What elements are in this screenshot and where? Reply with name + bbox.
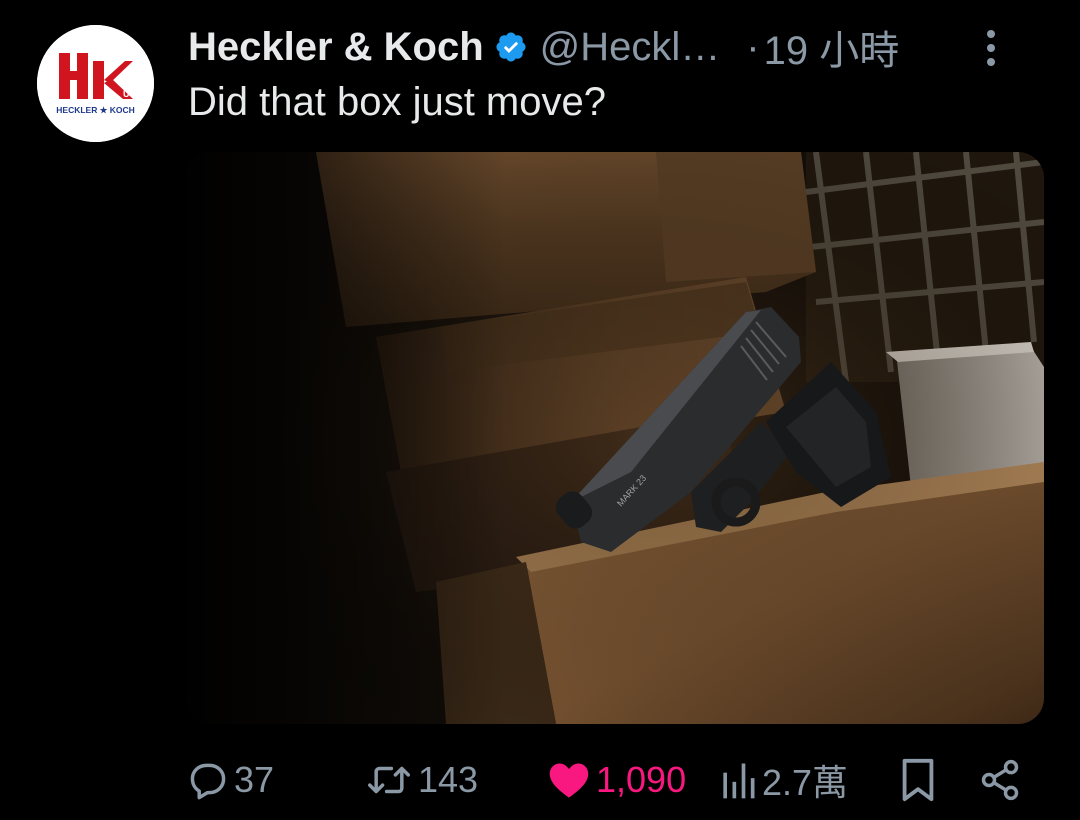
views-button[interactable]: 2.7萬 bbox=[718, 750, 848, 810]
share-button[interactable] bbox=[978, 750, 1022, 810]
retweet-count: 143 bbox=[418, 759, 479, 800]
avatar[interactable]: USA HECKLER ★ KOCH bbox=[37, 25, 154, 142]
bookmark-button[interactable] bbox=[900, 750, 936, 810]
separator-dot: · bbox=[746, 24, 760, 69]
share-icon bbox=[978, 758, 1022, 802]
reply-count: 37 bbox=[234, 759, 275, 800]
pistol-box-photo: MARK 23 bbox=[186, 152, 1044, 724]
svg-text:HECKLER ★ KOCH: HECKLER ★ KOCH bbox=[56, 105, 134, 115]
views-bar-chart-icon bbox=[718, 758, 758, 802]
bookmark-icon bbox=[900, 757, 936, 803]
handle[interactable]: @Heckl… bbox=[540, 25, 721, 70]
heart-filled-icon bbox=[546, 758, 592, 802]
retweet-button[interactable]: 143 bbox=[364, 750, 478, 810]
tweet-image[interactable]: MARK 23 bbox=[186, 152, 1044, 724]
svg-text:USA: USA bbox=[123, 89, 143, 99]
like-button[interactable]: 1,090 bbox=[546, 750, 686, 810]
like-count: 1,090 bbox=[596, 759, 687, 800]
more-options-icon[interactable] bbox=[976, 26, 1006, 70]
reply-icon bbox=[186, 758, 230, 802]
retweet-icon bbox=[364, 758, 414, 802]
tweet-action-bar: 37 143 1,090 2.7萬 bbox=[186, 750, 1046, 810]
display-name[interactable]: Heckler & Koch bbox=[188, 25, 484, 70]
reply-button[interactable]: 37 bbox=[186, 750, 274, 810]
tweet-header: Heckler & Koch @Heckl… · 19 小時 bbox=[188, 22, 1048, 73]
views-count: 2.7萬 bbox=[762, 762, 849, 803]
tweet-text: Did that box just move? bbox=[188, 80, 606, 124]
verified-badge-icon[interactable] bbox=[494, 30, 528, 64]
timestamp[interactable]: 19 小時 bbox=[764, 18, 900, 76]
hk-logo-icon: USA HECKLER ★ KOCH bbox=[37, 25, 154, 142]
